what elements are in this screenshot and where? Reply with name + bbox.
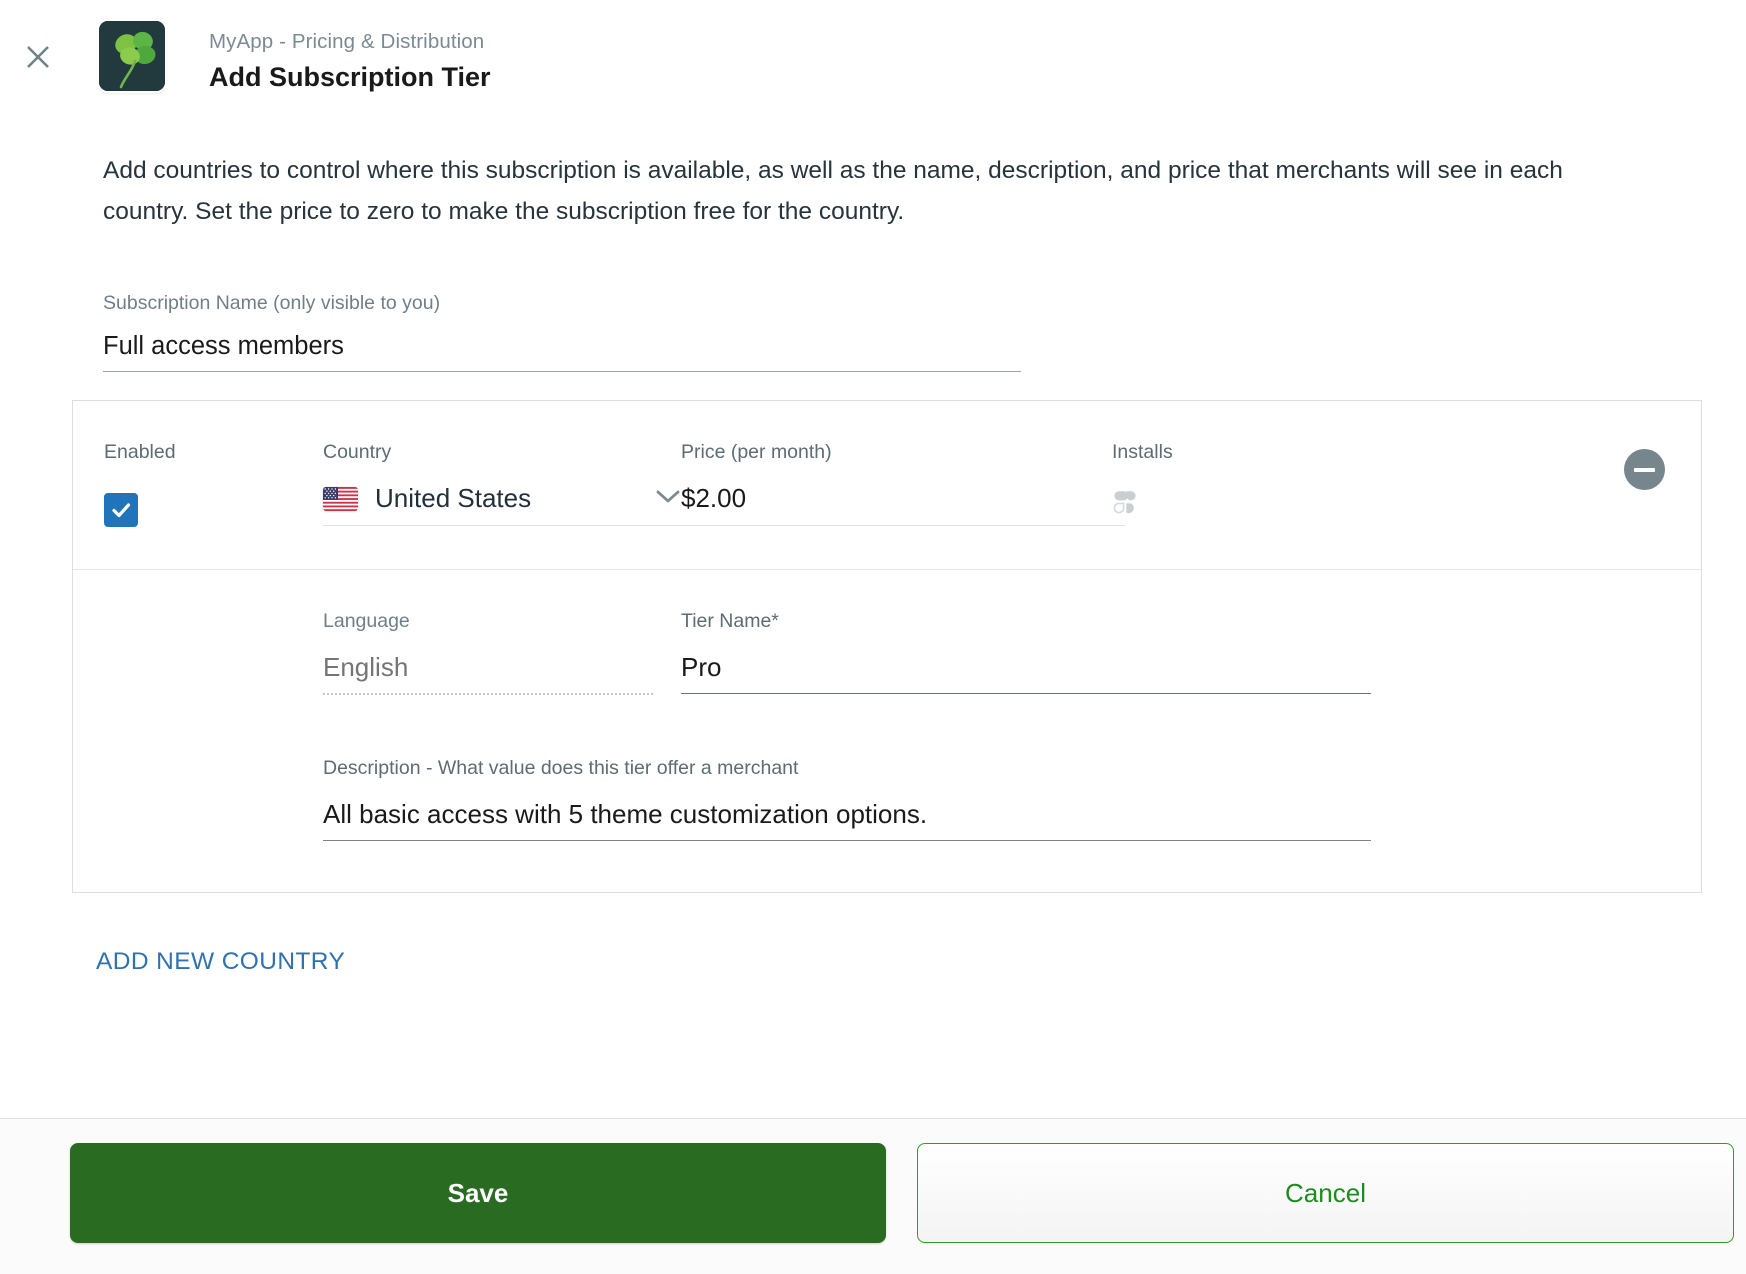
close-button[interactable]: [16, 35, 60, 79]
save-button[interactable]: Save: [70, 1143, 886, 1243]
installs-label: Installs: [1112, 441, 1173, 463]
subscription-name-label: Subscription Name (only visible to you): [103, 292, 441, 314]
us-flag-icon: [323, 486, 358, 511]
country-value: United States: [375, 483, 532, 513]
tier-name-label: Tier Name*: [681, 610, 779, 632]
intro-paragraph: Add countries to control where this subs…: [103, 157, 1563, 225]
dialog-footer: Save Cancel: [0, 1118, 1746, 1274]
country-select[interactable]: United States: [323, 483, 685, 526]
dialog-header: MyApp - Pricing & Distribution Add Subsc…: [0, 0, 1746, 122]
check-icon: [110, 499, 132, 521]
tier-name-input[interactable]: [681, 652, 1371, 694]
cancel-button[interactable]: Cancel: [917, 1143, 1734, 1243]
page-title: Add Subscription Tier: [209, 62, 491, 92]
country-row-top: Enabled Country United States Price (per…: [73, 401, 1701, 570]
country-column: Country United States: [323, 439, 693, 526]
header-text-group: MyApp - Pricing & Distribution Add Subsc…: [209, 28, 491, 96]
price-input[interactable]: [681, 483, 1125, 526]
description-group: Description - What value does this tier …: [323, 755, 1373, 841]
clover-spinner-icon: [1112, 489, 1173, 515]
country-label: Country: [323, 441, 392, 463]
minus-circle-icon[interactable]: [1624, 449, 1665, 490]
tier-name-group: Tier Name*: [681, 608, 1371, 694]
country-row-card: Enabled Country United States Price (per…: [72, 400, 1702, 893]
add-subscription-tier-dialog: MyApp - Pricing & Distribution Add Subsc…: [0, 0, 1746, 1274]
description-input[interactable]: [323, 799, 1371, 841]
price-label: Price (per month): [681, 441, 832, 463]
breadcrumb: MyApp - Pricing & Distribution: [209, 30, 485, 53]
close-icon: [25, 44, 51, 70]
footer-buttons: Save Cancel: [0, 1119, 1746, 1274]
language-group: Language: [323, 608, 653, 695]
price-column: Price (per month): [681, 439, 1125, 526]
app-icon: [99, 21, 165, 91]
enabled-column: Enabled: [104, 439, 176, 527]
minus-bar: [1634, 467, 1655, 472]
language-input[interactable]: [323, 652, 653, 695]
subscription-name-input[interactable]: [103, 332, 1021, 372]
chevron-down-icon[interactable]: [655, 488, 681, 509]
add-new-country-link[interactable]: ADD NEW COUNTRY: [96, 948, 345, 976]
language-label: Language: [323, 610, 410, 632]
enabled-label: Enabled: [104, 441, 176, 463]
remove-country-button[interactable]: [1624, 449, 1665, 490]
installs-column: Installs: [1112, 439, 1173, 515]
subscription-name-group: Subscription Name (only visible to you): [103, 290, 1021, 372]
enabled-checkbox[interactable]: [104, 493, 138, 527]
country-row-bottom: Language Tier Name* Description - What v…: [73, 570, 1701, 892]
description-label: Description - What value does this tier …: [323, 757, 799, 779]
